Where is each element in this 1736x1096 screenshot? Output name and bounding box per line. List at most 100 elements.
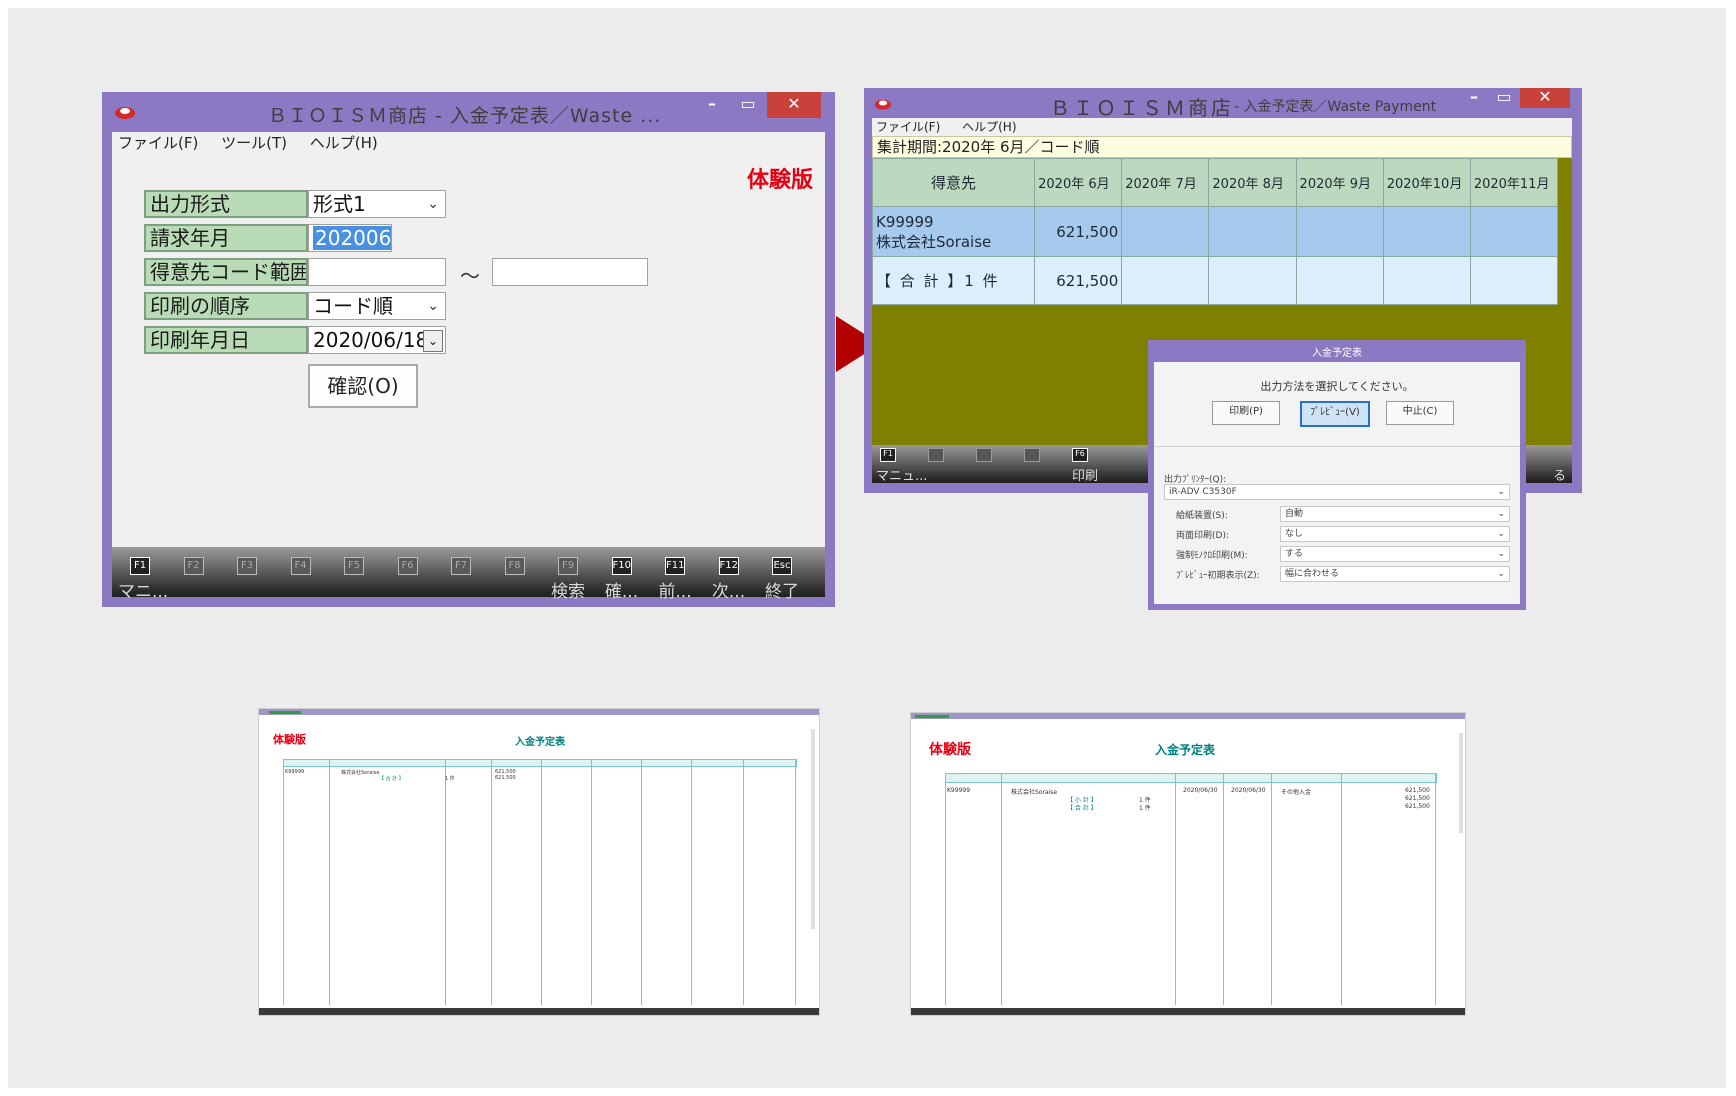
report-window-titlebar[interactable]: ＢＩＯＩＳＭ商店 - 入金予定表／Waste Payment – ▭ ✕ [864,88,1582,120]
fkey-f6: F6 [386,553,430,577]
fkey-f11[interactable]: F11 前... [653,553,697,602]
print-date-value: 2020/06/18 [313,328,429,352]
fkey-caption: 前... [658,582,692,602]
dialog-prompt: 出力方法を選択してください。 [1260,380,1414,393]
fkey-f10[interactable]: F10 確... [600,553,644,602]
empty-cell [1295,256,1384,305]
preview-scrollbar[interactable] [1459,733,1463,833]
output-format-value: 形式1 [313,192,366,216]
chevron-down-icon: ⌄ [427,298,439,314]
preview-method: その他入金 [1281,789,1312,796]
preview-column-line [743,759,744,1005]
cancel-button[interactable]: 中止(C) [1386,401,1454,425]
monochrome-select[interactable]: する ⌄ [1280,546,1510,562]
preview-trial-badge: 体験版 [929,742,971,758]
dialog-titlebar[interactable]: 入金予定表 [1154,346,1520,362]
preview-column-line [691,759,692,1005]
preview-amount: 621,500 [1405,787,1430,794]
preview-column-line [1001,773,1002,1005]
printer-select[interactable]: iR-ADV C3530F ⌄ [1164,484,1510,500]
fkey-label: F9 [558,557,578,575]
preview-count: 1 件 [445,776,455,782]
preview-progress [269,711,301,714]
empty-cell [1382,256,1471,305]
close-button[interactable]: ✕ [767,92,821,118]
preview-zoom-select[interactable]: 幅に合わせる ⌄ [1280,566,1510,582]
preview-statusbar [259,1008,819,1015]
option-value: 幅に合わせる [1285,569,1340,579]
period-text: 集計期間:2020年 6月／コード順 [877,138,1100,156]
fkey-label: F3 [237,557,257,575]
print-button[interactable]: 印刷(P) [1212,401,1280,425]
menu-file[interactable]: ファイル(F) [118,132,198,153]
chevron-down-icon: ⌄ [427,196,439,212]
calendar-dropdown-icon[interactable]: ⌄ [423,330,443,352]
menu-tools[interactable]: ツール(T) [221,132,287,153]
menubar: ファイル(F) ツール(T) ヘルプ(H) [112,132,825,158]
minimize-button[interactable]: – [692,92,732,118]
menu-help[interactable]: ヘルプ(H) [962,118,1016,135]
fkey-caption: 検索 [551,582,585,602]
grid-scrollbar[interactable] [1558,158,1572,304]
fkey-label: F5 [344,557,364,575]
input-window-client: ファイル(F) ツール(T) ヘルプ(H) 体験版 出力形式 形式1 ⌄ 請求年… [112,132,825,602]
fkey-esc[interactable]: Esc 終了 [760,553,804,602]
output-dialog: 入金予定表 出力方法を選択してください。 印刷(P) ﾌﾟﾚﾋﾞｭｰ(V) 中止… [1148,340,1526,610]
billing-month-input[interactable]: 202006 [308,224,392,252]
f6-key[interactable]: F6 [1072,448,1088,462]
confirm-button[interactable]: 確認(O) [308,364,418,408]
preview-header-band [283,759,797,767]
preview-button[interactable]: ﾌﾟﾚﾋﾞｭｰ(V) [1300,401,1370,427]
table-row[interactable]: 【 合 計 】1 件 621,500 [871,256,1559,305]
empty-cell [1295,206,1384,257]
report-preview-format1: 体験版 入金予定表 K99999 株式会社Soraise 【 合 計 】 1 件… [258,708,820,1016]
fkey-label: F11 [665,557,685,575]
option-label: 強制ﾓﾉｸﾛ印刷(M): [1176,551,1248,561]
fkey-label: F8 [504,557,525,575]
option-label: 両面印刷(D): [1176,531,1229,541]
option-label: 給紙装置(S): [1176,511,1228,521]
period-bar: 集計期間:2020年 6月／コード順 [872,136,1572,158]
fkey-label: F7 [451,557,471,575]
report-window-title: ＢＩＯＩＳＭ商店 [1050,96,1234,120]
empty-cell [1469,206,1559,257]
fkey-f5: F5 [332,553,376,577]
preview-scrollbar[interactable] [811,729,815,929]
total-amount: 621,500 [1034,256,1123,305]
customer-range-to-input[interactable] [492,258,648,286]
fkey-label: F10 [611,557,632,575]
fkey-f1[interactable]: F1 マニ... [118,553,168,602]
chevron-down-icon: ⌄ [1497,487,1505,497]
report-preview-format2: 体験版 入金予定表 K99999 株式会社Soraise 2020/06/30 … [910,712,1466,1016]
table-row[interactable]: K99999 株式会社Soraise 621,500 [871,206,1559,257]
customer-range-from-input[interactable] [308,258,446,286]
grid-header: 2020年11月 [1469,158,1559,207]
preview-code: K99999 [947,787,971,794]
paper-source-select[interactable]: 自動 ⌄ [1280,506,1510,522]
fkey-f12[interactable]: F12 次... [707,553,751,602]
chevron-down-icon: ⌄ [1497,569,1505,579]
preview-header-band [945,773,1437,783]
f2-key [928,448,944,462]
print-date-picker[interactable]: 2020/06/18 ⌄ [308,326,446,354]
preview-column-line [1175,773,1176,1005]
close-button[interactable]: ✕ [1520,88,1570,108]
output-format-select[interactable]: 形式1 ⌄ [308,190,446,218]
f1-key[interactable]: F1 [880,448,896,462]
print-order-select[interactable]: コード順 ⌄ [308,292,446,320]
preview-column-line [445,759,446,1005]
chevron-down-icon: ⌄ [1497,529,1505,539]
maximize-button[interactable]: ▭ [1484,88,1524,108]
preview-column-line [1341,773,1342,1005]
fkey-caption-print: 印刷 [1072,469,1099,484]
input-window-titlebar[interactable]: ＢＩＯＩＳＭ商店 - 入金予定表／Waste ... – ▭ ✕ [102,92,835,132]
fkey-f3: F3 [225,553,269,577]
maximize-button[interactable]: ▭ [728,92,768,118]
option-value: なし [1285,529,1304,539]
menu-file[interactable]: ファイル(F) [876,118,940,135]
trial-badge: 体験版 [746,168,813,193]
duplex-select[interactable]: なし ⌄ [1280,526,1510,542]
menu-help[interactable]: ヘルプ(H) [310,132,378,153]
amount-cell: 621,500 [1034,206,1123,257]
fkey-caption-manual: マニュ... [876,469,928,484]
